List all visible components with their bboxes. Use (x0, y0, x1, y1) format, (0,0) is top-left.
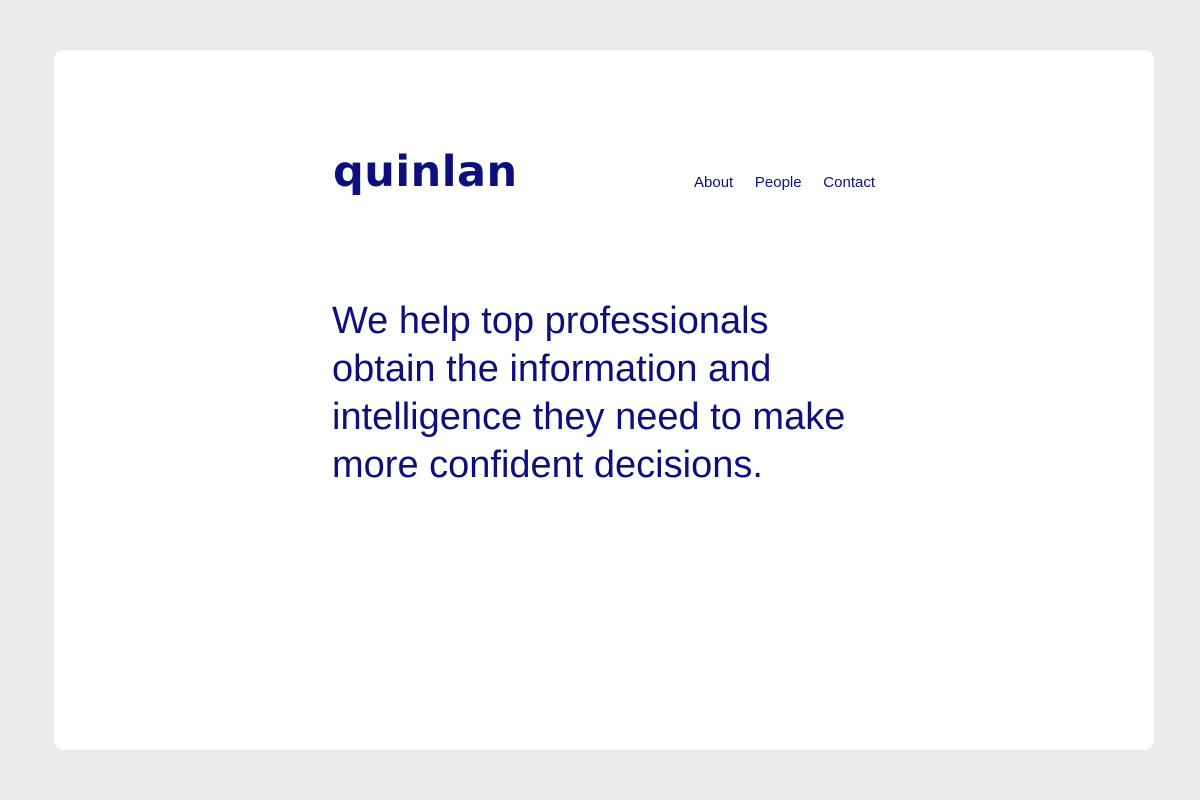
hero-line: more confident decisions. (332, 444, 763, 486)
page-card: quinlan About People Contact We help top… (54, 50, 1154, 750)
hero-statement: We help top professionals obtain the inf… (332, 297, 932, 489)
main-nav: About People Contact (694, 173, 875, 193)
nav-link-contact[interactable]: Contact (823, 173, 875, 193)
hero-line: We help top professionals (332, 300, 769, 342)
logo[interactable]: quinlan (333, 148, 518, 196)
nav-link-people[interactable]: People (755, 173, 802, 193)
hero-line: obtain the information and (332, 348, 772, 390)
nav-link-about[interactable]: About (694, 173, 733, 193)
hero-line: intelligence they need to make (332, 396, 846, 438)
